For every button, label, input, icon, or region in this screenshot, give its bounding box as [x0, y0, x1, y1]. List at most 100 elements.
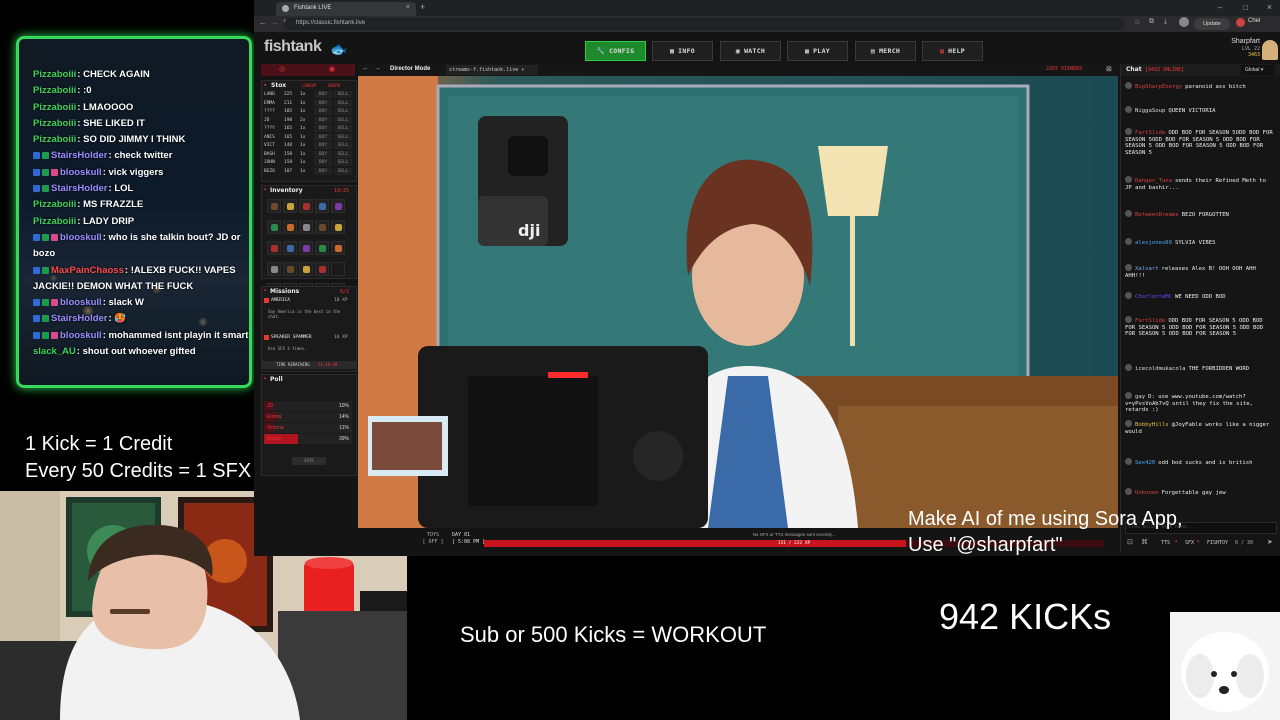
nav-play-button[interactable]: ▩ PLAY	[787, 41, 848, 61]
inventory-slot[interactable]	[315, 262, 329, 276]
inventory-slot[interactable]	[331, 199, 345, 213]
stox-sell-button[interactable]: SELL	[334, 125, 352, 132]
back-icon[interactable]: ←	[259, 18, 267, 27]
minimize-icon[interactable]: –	[1218, 3, 1222, 12]
inventory-slot[interactable]	[331, 241, 345, 255]
chat-message[interactable]: BetweenDreams BEZO FORGOTTEN	[1125, 210, 1275, 219]
chat-username[interactable]: BobbyHills	[1135, 422, 1169, 428]
inventory-slot[interactable]	[299, 220, 313, 234]
stox-buy-button[interactable]: BUY	[314, 167, 332, 175]
profile-avatar-icon[interactable]	[1179, 17, 1189, 27]
chat-username[interactable]: NiggaSoup	[1135, 108, 1165, 114]
stox-buy-button[interactable]: BUY	[314, 116, 332, 124]
stox-buy-button[interactable]: BUY	[314, 108, 332, 115]
chat-username[interactable]: Danger_Tuna	[1135, 178, 1172, 184]
user-avatar[interactable]	[1262, 40, 1278, 60]
inventory-slot[interactable]	[267, 262, 281, 276]
extensions-icon[interactable]: ⧉	[1149, 18, 1154, 26]
stream-select[interactable]: streams-f.fishtank.live ▾	[446, 65, 538, 75]
nav-merch-button[interactable]: ▤ MERCH	[855, 41, 916, 61]
chat-message[interactable]: BobbyHills @JoyFable works like a nigger …	[1125, 420, 1275, 435]
bookmark-icon[interactable]: ☆	[1134, 18, 1140, 26]
nav-info-button[interactable]: ▦ INFO	[652, 41, 713, 61]
chat-username[interactable]: FartSlide	[1135, 130, 1165, 136]
new-tab-icon[interactable]: +	[420, 2, 425, 12]
inventory-slot[interactable]	[299, 199, 313, 213]
send-icon[interactable]: ➤	[1267, 538, 1273, 546]
chrome-account-icon[interactable]	[1236, 18, 1245, 27]
chat-username[interactable]: Xalvart	[1135, 266, 1159, 272]
inventory-slot[interactable]	[299, 241, 313, 255]
chat-username[interactable]: BetweenDreams	[1135, 212, 1179, 218]
stox-sell-button[interactable]: SELL	[334, 133, 352, 141]
chat-message[interactable]: Danger_Tuna sends their Refined Meth to J…	[1125, 176, 1275, 191]
vote-button[interactable]: VOTE	[292, 457, 326, 465]
chat-username[interactable]: alexjones69	[1135, 240, 1172, 246]
stox-sell-button[interactable]: SELL	[334, 91, 352, 98]
stox-sell-button[interactable]: SELL	[334, 159, 352, 166]
stox-buy-button[interactable]: BUY	[314, 99, 332, 107]
nav-watch-button[interactable]: ▣ WATCH	[720, 41, 781, 61]
inventory-slot[interactable]	[267, 220, 281, 234]
nav-help-button[interactable]: ▧ HELP	[922, 41, 983, 61]
panel-tab-icon-2[interactable]: ◉	[329, 65, 335, 73]
chat-message[interactable]: Xalvart releases Alex B! OOH OOH AHH AHH!…	[1125, 264, 1275, 279]
chat-username[interactable]: BigSharpEnergy	[1135, 84, 1182, 90]
maximize-icon[interactable]: □	[1243, 3, 1248, 12]
chat-username[interactable]: icecoldmukacola	[1135, 366, 1186, 372]
inventory-slot[interactable]	[315, 241, 329, 255]
inventory-slot[interactable]	[283, 241, 297, 255]
downloads-icon[interactable]: ⤓	[1164, 18, 1167, 26]
inventory-slot[interactable]	[315, 199, 329, 213]
stox-buy-button[interactable]: BUY	[314, 133, 332, 141]
poll-option[interactable]: Victoria 11%	[264, 423, 352, 433]
stox-sell-button[interactable]: SELL	[334, 108, 352, 115]
chat-room-select[interactable]: Global ▾	[1241, 65, 1275, 75]
chat-message[interactable]: CharlotteMC WE NEED ODD BOD	[1125, 292, 1275, 301]
stox-sell-button[interactable]: SELL	[334, 99, 352, 107]
close-tab-icon[interactable]: ×	[406, 4, 410, 11]
stox-sell-button[interactable]: SELL	[334, 167, 352, 175]
stream-back-icon[interactable]: ←	[362, 65, 369, 72]
inventory-slot[interactable]	[299, 262, 313, 276]
inventory-slot[interactable]	[283, 220, 297, 234]
inventory-slot[interactable]	[315, 220, 329, 234]
chat-message[interactable]: FartSlide ODD BOD FOR SEASON 5 ODD BOD FO…	[1125, 316, 1275, 338]
inventory-slot[interactable]	[283, 199, 297, 213]
stox-sell-button[interactable]: SELL	[334, 150, 352, 158]
forward-icon[interactable]: →	[271, 18, 279, 27]
address-bar[interactable]: https://classic.fishtank.live	[284, 18, 1124, 30]
chat-message[interactable]: BigSharpEnergy paranoid ass bitch	[1125, 82, 1275, 91]
inventory-slot[interactable]	[283, 262, 297, 276]
stox-buy-button[interactable]: BUY	[314, 125, 332, 132]
browser-tab[interactable]: Fishtank LIVE ×	[276, 2, 416, 16]
chat-message[interactable]: gay D: use www.youtube.com/watch?v=yPvsVo…	[1125, 392, 1275, 414]
chat-username[interactable]: CharlotteMC	[1135, 294, 1172, 300]
inventory-slot[interactable]	[267, 241, 281, 255]
stox-graph-tab[interactable]: GRAPH	[328, 83, 340, 88]
stox-buy-button[interactable]: BUY	[314, 159, 332, 166]
stox-sell-button[interactable]: SELL	[334, 142, 352, 149]
chat-message[interactable]: alexjones69 SYLVIA VIBES	[1125, 238, 1275, 247]
chat-message[interactable]: NiggaSoup QUEEN VICTORIA	[1125, 106, 1275, 115]
toys-toggle[interactable]: [ OFF ]	[418, 539, 448, 545]
stox-buy-button[interactable]: BUY	[314, 150, 332, 158]
chat-message[interactable]: icecoldmukacola THE FORBIDDEN WORD	[1125, 364, 1275, 373]
inventory-slot[interactable]	[331, 262, 345, 276]
chat-username[interactable]: Unknown	[1135, 490, 1159, 496]
stox-lookup-tab[interactable]: LOOKUP	[302, 83, 316, 88]
update-button[interactable]: Update	[1194, 18, 1230, 30]
stox-buy-button[interactable]: BUY	[314, 91, 332, 98]
poll-option[interactable]: JD 10%	[264, 401, 352, 411]
chat-message[interactable]: FartSlide ODD BOD FOR SEASON 5ODD BOD FOR…	[1125, 128, 1275, 156]
panel-tab-icon[interactable]: ◎	[279, 65, 285, 73]
chat-username[interactable]: Sex420	[1135, 460, 1155, 466]
chat-username[interactable]: FartSlide	[1135, 318, 1165, 324]
stox-buy-button[interactable]: BUY	[314, 142, 332, 149]
inventory-slot[interactable]	[267, 199, 281, 213]
inventory-slot[interactable]	[331, 220, 345, 234]
chat-username[interactable]: gay	[1135, 394, 1145, 400]
fishtoy-button[interactable]: FISHTOY	[1207, 540, 1228, 546]
fishtank-logo[interactable]: fishtank	[264, 38, 322, 56]
poll-option[interactable]: Emma 14%	[264, 412, 352, 422]
